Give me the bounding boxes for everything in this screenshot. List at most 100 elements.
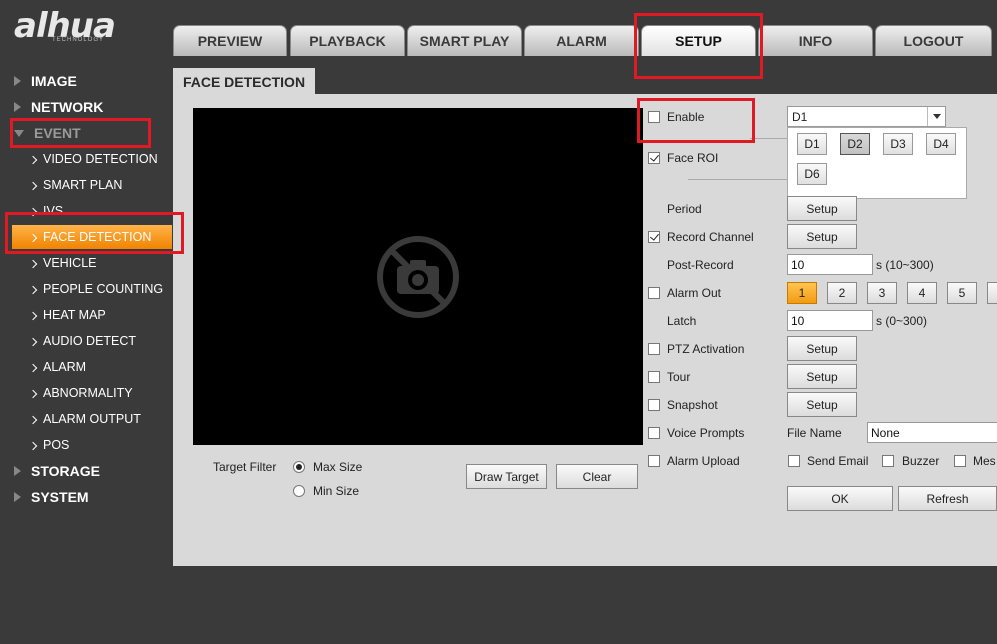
latch-input[interactable]: 10 [787, 310, 873, 331]
channel-option-d1[interactable]: D1 [797, 133, 827, 155]
page-title: FACE DETECTION [173, 68, 315, 95]
snapshot-checkbox[interactable] [648, 399, 660, 411]
record-channel-checkbox[interactable] [648, 231, 660, 243]
sidebar-item-smart-plan[interactable]: SMART PLAN [28, 175, 123, 195]
min-size-label: Min Size [313, 484, 360, 498]
snapshot-setup-button[interactable]: Setup [787, 392, 857, 417]
sidebar-item-storage[interactable]: STORAGE [14, 461, 100, 481]
post-record-input[interactable]: 10 [787, 254, 873, 275]
file-name-select[interactable]: None [867, 422, 997, 443]
draw-target-button[interactable]: Draw Target [466, 464, 547, 489]
chevron-right-icon [28, 337, 38, 346]
sidebar-item-label: VIDEO DETECTION [43, 152, 158, 166]
snapshot-label: Snapshot [667, 398, 718, 412]
max-size-label: Max Size [313, 460, 363, 474]
annotation-box-event [10, 118, 151, 148]
target-filter-label: Target Filter [213, 460, 277, 474]
channel-option-d3[interactable]: D3 [883, 133, 913, 155]
sidebar-item-abnormality[interactable]: ABNORMALITY [28, 383, 133, 403]
channel-option-d6[interactable]: D6 [797, 163, 827, 185]
period-label: Period [667, 202, 702, 216]
tab-preview[interactable]: PREVIEW [173, 25, 287, 56]
record-channel-setup-button[interactable]: Setup [787, 224, 857, 249]
min-size-radio[interactable] [293, 485, 305, 497]
record-channel-label: Record Channel [667, 230, 754, 244]
sidebar-item-label: NETWORK [31, 99, 104, 115]
tour-setup-button[interactable]: Setup [787, 364, 857, 389]
chevron-right-icon [28, 389, 38, 398]
chevron-right-icon [28, 415, 38, 424]
sidebar-item-label: ALARM [43, 360, 87, 374]
file-name-label: File Name [787, 426, 842, 440]
tour-label: Tour [667, 370, 691, 384]
face-roi-checkbox[interactable] [648, 152, 660, 164]
refresh-button[interactable]: Refresh [898, 486, 997, 511]
channel-option-d4[interactable]: D4 [926, 133, 956, 155]
alarm-out-label: Alarm Out [667, 286, 722, 300]
sidebar-item-image[interactable]: IMAGE [14, 71, 77, 91]
chevron-right-icon [28, 441, 38, 450]
annotation-box-enable [637, 98, 755, 143]
period-setup-button[interactable]: Setup [787, 196, 857, 221]
tab-smart-play[interactable]: SMART PLAY [407, 25, 522, 56]
tab-logout[interactable]: LOGOUT [875, 25, 992, 56]
channel-option-d2[interactable]: D2 [840, 133, 870, 155]
ok-button[interactable]: OK [787, 486, 893, 511]
sidebar-item-alarm-output[interactable]: ALARM OUTPUT [28, 409, 141, 429]
alarm-out-checkbox[interactable] [648, 287, 660, 299]
message-checkbox[interactable] [954, 455, 966, 467]
sidebar-item-video-detection[interactable]: VIDEO DETECTION [28, 149, 158, 169]
chevron-down-icon[interactable] [927, 107, 945, 126]
clear-button[interactable]: Clear [556, 464, 638, 489]
sidebar-item-label: STORAGE [31, 463, 100, 479]
max-size-radio[interactable] [293, 461, 305, 473]
sidebar-item-network[interactable]: NETWORK [14, 97, 103, 117]
expand-arrow-icon [14, 102, 21, 112]
voice-prompts-checkbox[interactable] [648, 427, 660, 439]
alarm-upload-label: Alarm Upload [667, 454, 740, 468]
tab-playback[interactable]: PLAYBACK [290, 25, 405, 56]
video-preview[interactable] [193, 108, 643, 445]
expand-arrow-icon [14, 76, 21, 86]
send-email-checkbox[interactable] [788, 455, 800, 467]
alarm-out-channel-4[interactable]: 4 [907, 282, 937, 304]
ptz-activation-setup-button[interactable]: Setup [787, 336, 857, 361]
send-email-label: Send Email [807, 454, 869, 468]
sidebar-item-label: VEHICLE [43, 256, 97, 270]
alarm-upload-checkbox[interactable] [648, 455, 660, 467]
sidebar-item-audio-detect[interactable]: AUDIO DETECT [28, 331, 136, 351]
no-video-camera-icon [377, 236, 459, 318]
alarm-out-channel-more[interactable] [987, 282, 997, 304]
divider [688, 179, 788, 180]
sidebar-item-label: SMART PLAN [43, 178, 123, 192]
sidebar-item-vehicle[interactable]: VEHICLE [28, 253, 97, 273]
alarm-out-channel-5[interactable]: 5 [947, 282, 977, 304]
post-record-label: Post-Record [667, 258, 734, 272]
alarm-out-channel-2[interactable]: 2 [827, 282, 857, 304]
latch-range: s (0~300) [876, 314, 928, 328]
sidebar-item-label: HEAT MAP [43, 308, 106, 322]
buzzer-checkbox[interactable] [882, 455, 894, 467]
chevron-right-icon [28, 181, 38, 190]
alarm-out-channel-1[interactable]: 1 [787, 282, 817, 304]
chevron-right-icon [28, 311, 38, 320]
tour-checkbox[interactable] [648, 371, 660, 383]
tab-alarm[interactable]: ALARM [524, 25, 639, 56]
sidebar-item-label: PEOPLE COUNTING [43, 282, 164, 296]
sidebar-item-heat-map[interactable]: HEAT MAP [28, 305, 106, 325]
channel-select[interactable]: D1 [787, 106, 946, 127]
alarm-out-channel-3[interactable]: 3 [867, 282, 897, 304]
sidebar-item-pos[interactable]: POS [28, 435, 69, 455]
brand-logo-sub: TECHNOLOGY [52, 37, 105, 43]
sidebar-item-label: IMAGE [31, 73, 77, 89]
tab-info[interactable]: INFO [758, 25, 873, 56]
buzzer-label: Buzzer [902, 454, 940, 468]
latch-label: Latch [667, 314, 697, 328]
sidebar-item-people-counting[interactable]: PEOPLE COUNTING [28, 279, 164, 299]
ptz-activation-checkbox[interactable] [648, 343, 660, 355]
expand-arrow-icon [14, 492, 21, 502]
message-label: Mes [973, 454, 996, 468]
divider [750, 138, 787, 139]
sidebar-item-alarm[interactable]: ALARM [28, 357, 87, 377]
sidebar-item-system[interactable]: SYSTEM [14, 487, 89, 507]
